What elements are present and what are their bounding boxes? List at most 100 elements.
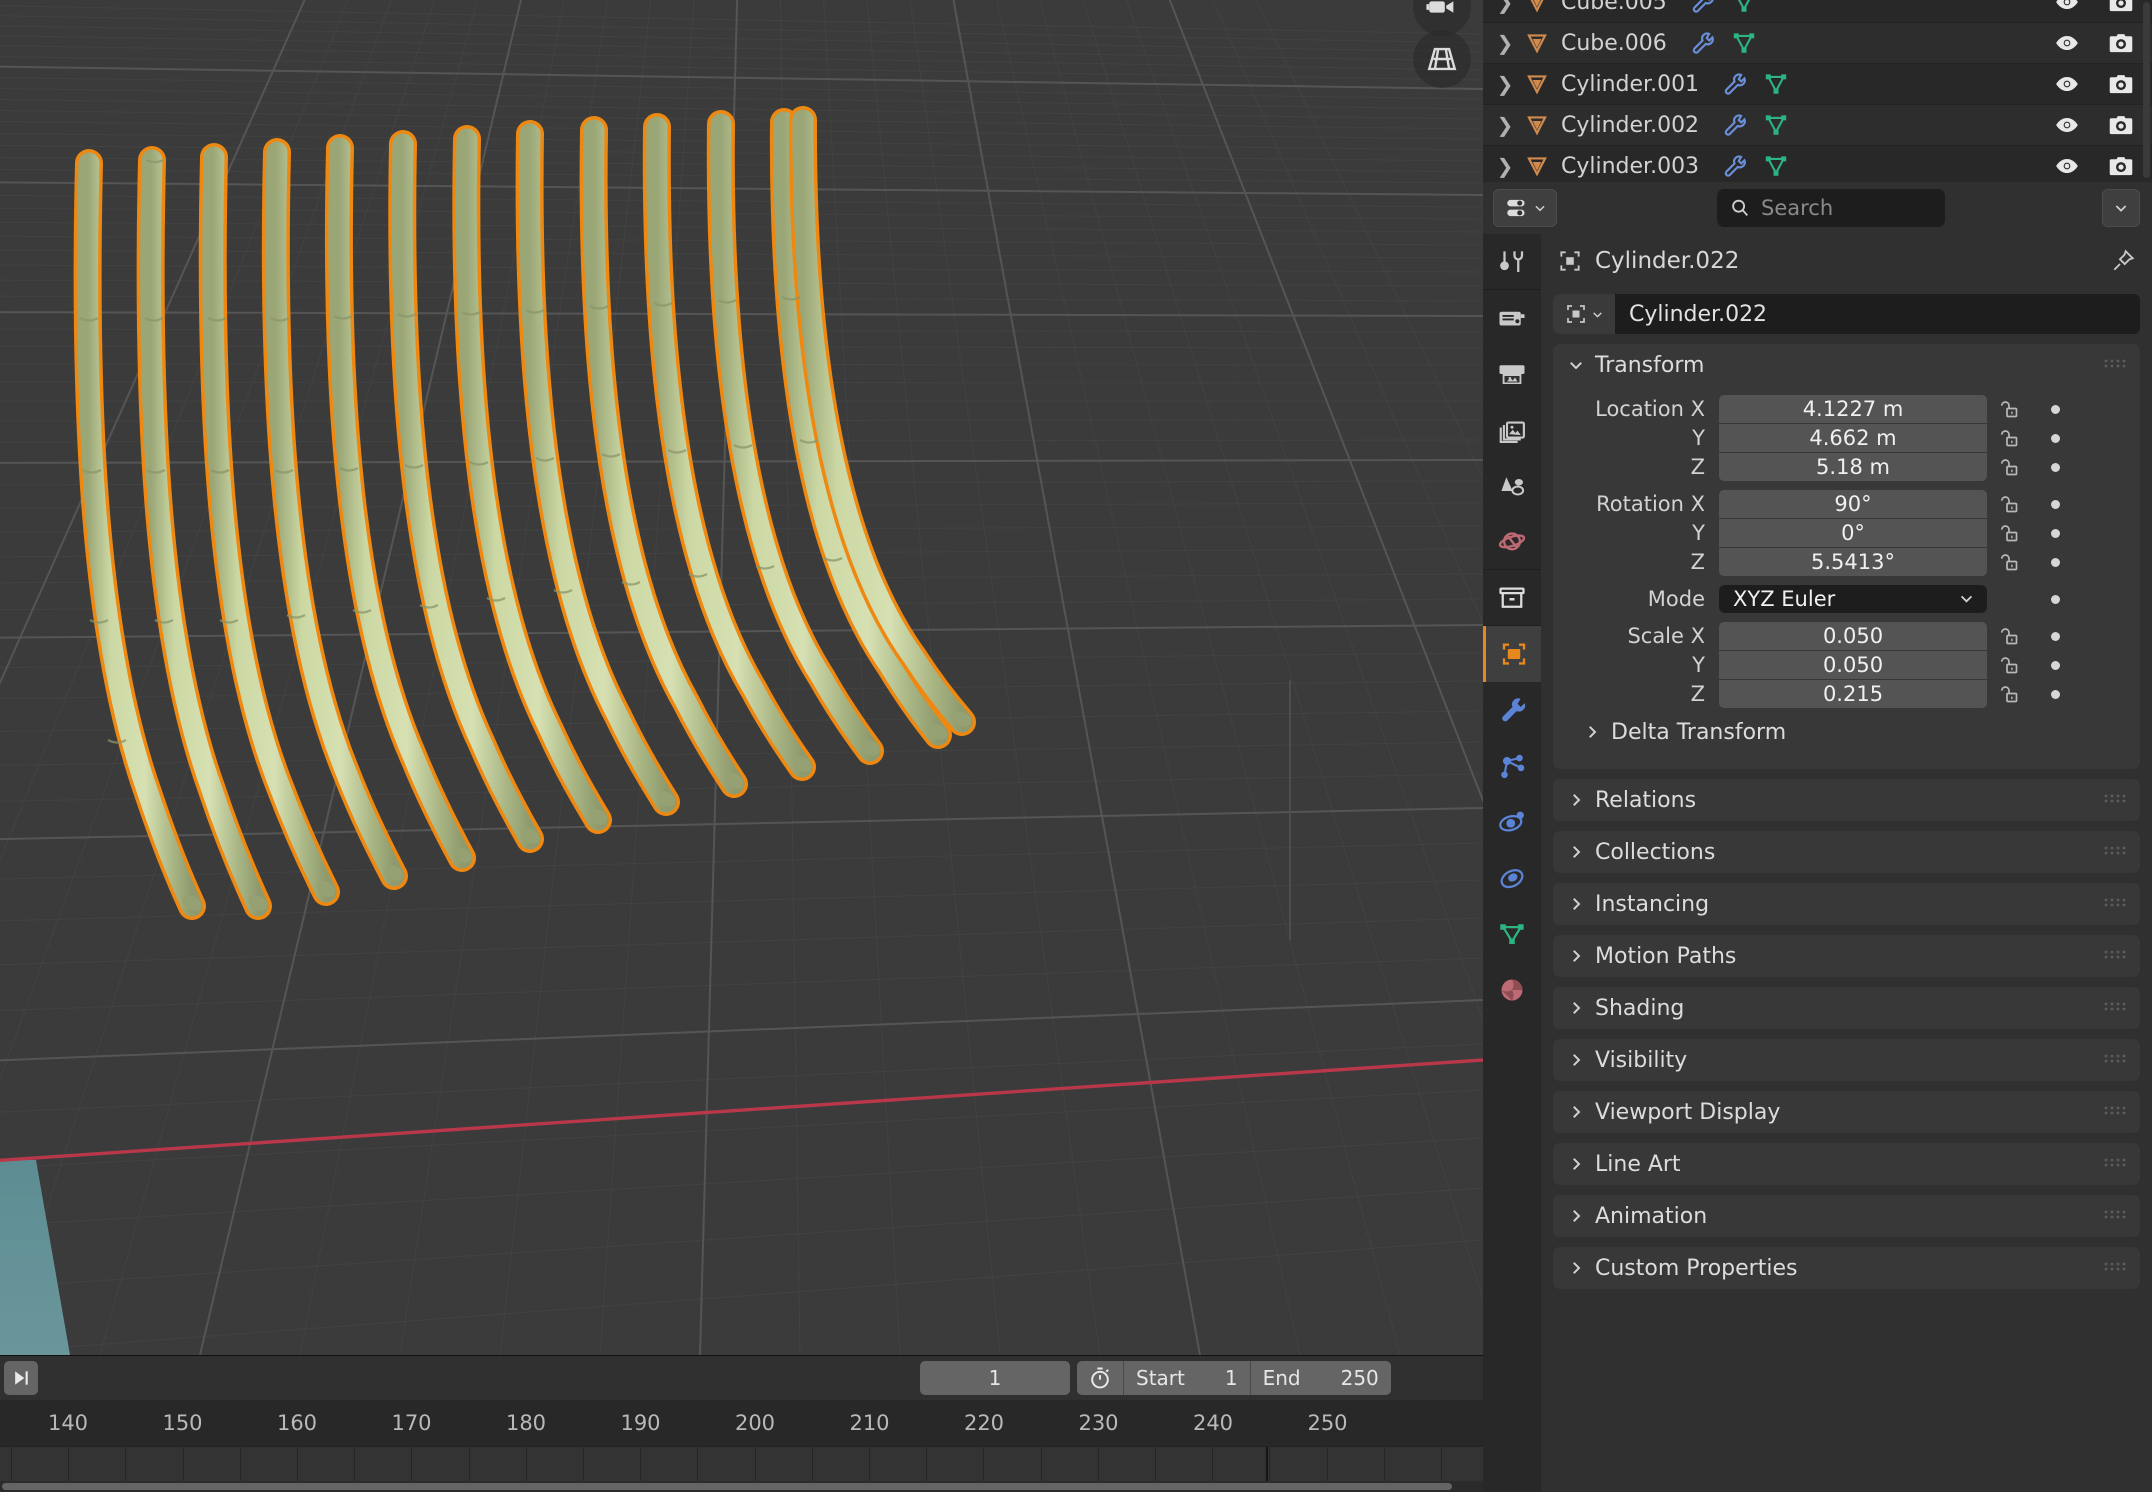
mesh-data-icon[interactable] — [1731, 0, 1757, 15]
properties-tab-world[interactable] — [1483, 514, 1541, 570]
panel-collections[interactable]: Collections — [1553, 831, 2140, 873]
properties-tab-scene[interactable] — [1483, 458, 1541, 514]
properties-tab-modifiers[interactable] — [1483, 682, 1541, 738]
outliner-row[interactable]: ❯ Cube.005 — [1483, 0, 2152, 23]
properties-tab-particles[interactable] — [1483, 738, 1541, 794]
outliner-object-name[interactable]: Cube.006 — [1561, 31, 1667, 56]
panel-header[interactable]: Motion Paths — [1553, 935, 2140, 977]
animate-property-button[interactable] — [2035, 660, 2075, 670]
wrench-icon[interactable] — [1689, 0, 1715, 15]
panel-header[interactable]: Instancing — [1553, 883, 2140, 925]
animate-property-button[interactable] — [2035, 499, 2075, 509]
jump-to-endpoint-button[interactable] — [4, 1361, 38, 1395]
eye-icon[interactable] — [2054, 30, 2080, 56]
timeline-scrollbar-thumb[interactable] — [2, 1483, 1452, 1490]
panel-header[interactable]: Visibility — [1553, 1039, 2140, 1081]
outliner-row[interactable]: ❯ Cube.006 — [1483, 23, 2152, 64]
animate-property-button[interactable] — [2035, 404, 2075, 414]
wrench-icon[interactable] — [1721, 71, 1747, 97]
camera-render-icon[interactable] — [2108, 0, 2134, 15]
outliner-disclosure-toggle[interactable]: ❯ — [1483, 72, 1521, 96]
transform-row-value[interactable]: 0° — [1719, 519, 1987, 547]
camera-render-icon[interactable] — [2108, 71, 2134, 97]
lock-toggle[interactable] — [1987, 550, 2035, 574]
outliner-row[interactable]: ❯ Cylinder.003 — [1483, 146, 2152, 182]
transform-row-value[interactable]: 0.050 — [1719, 651, 1987, 679]
frame-start-field[interactable]: Start 1 — [1124, 1361, 1251, 1395]
panel-header[interactable]: Viewport Display — [1553, 1091, 2140, 1133]
panel-visibility[interactable]: Visibility — [1553, 1039, 2140, 1081]
panel-drag-handle[interactable] — [2104, 1105, 2126, 1119]
timeline-track[interactable] — [0, 1446, 1557, 1486]
animate-property-button[interactable] — [2035, 462, 2075, 472]
outliner-disclosure-toggle[interactable]: ❯ — [1483, 154, 1521, 178]
panel-drag-handle[interactable] — [2104, 845, 2126, 859]
panel-drag-handle[interactable] — [2104, 897, 2126, 911]
animate-property-button[interactable] — [2035, 631, 2075, 641]
toggle-perspective-gizmo[interactable] — [1413, 30, 1471, 88]
eye-icon[interactable] — [2054, 71, 2080, 97]
transform-row-value[interactable]: 90° — [1719, 490, 1987, 518]
eye-icon[interactable] — [2054, 0, 2080, 15]
panel-motion-paths[interactable]: Motion Paths — [1553, 935, 2140, 977]
wrench-icon[interactable] — [1721, 112, 1747, 138]
outliner-disclosure-toggle[interactable]: ❯ — [1483, 31, 1521, 55]
frame-end-field[interactable]: End 250 — [1251, 1361, 1391, 1395]
panel-drag-handle[interactable] — [2104, 358, 2126, 372]
animate-property-button[interactable] — [2035, 528, 2075, 538]
panel-drag-handle[interactable] — [2104, 949, 2126, 963]
panel-header[interactable]: Custom Properties — [1553, 1247, 2140, 1289]
search-input[interactable]: Search — [1717, 189, 1945, 227]
outliner-object-name[interactable]: Cube.005 — [1561, 0, 1667, 15]
properties-body[interactable]: Cylinder.022 Cylinder.022 Transform Loca… — [1541, 234, 2152, 1492]
timeline-editor[interactable]: 1 Start 1 End 250 140 150 160 170 180 19… — [0, 1355, 1557, 1492]
outliner-row[interactable]: ❯ Cylinder.001 — [1483, 64, 2152, 105]
animate-property-button[interactable] — [2035, 433, 2075, 443]
panel-header[interactable]: Animation — [1553, 1195, 2140, 1237]
outliner-scrollbar[interactable] — [2143, 2, 2150, 178]
properties-tab-output[interactable] — [1483, 346, 1541, 402]
outliner-object-name[interactable]: Cylinder.002 — [1561, 113, 1699, 138]
outliner-row[interactable]: ❯ Cylinder.002 — [1483, 105, 2152, 146]
properties-editor[interactable]: Search Cylinder.022 Cylinder.022 Transfo… — [1483, 182, 2152, 1492]
properties-tab-material[interactable] — [1483, 962, 1541, 1018]
properties-tab-strip[interactable] — [1483, 234, 1541, 1492]
camera-render-icon[interactable] — [2108, 112, 2134, 138]
transform-row-value[interactable]: 5.18 m — [1719, 453, 1987, 481]
outliner-editor[interactable]: ❯ Cube.005 ❯ Cube.006 ❯ Cylinder.001 ❯ C… — [1483, 0, 2152, 182]
lock-toggle[interactable] — [1987, 624, 2035, 648]
panel-drag-handle[interactable] — [2104, 1209, 2126, 1223]
mesh-data-icon[interactable] — [1763, 71, 1789, 97]
panel-relations[interactable]: Relations — [1553, 779, 2140, 821]
lock-toggle[interactable] — [1987, 653, 2035, 677]
panel-drag-handle[interactable] — [2104, 1053, 2126, 1067]
timeline-horizontal-scrollbar[interactable] — [0, 1481, 1483, 1492]
lock-toggle[interactable] — [1987, 682, 2035, 706]
mesh-data-icon[interactable] — [1763, 112, 1789, 138]
lock-toggle[interactable] — [1987, 397, 2035, 421]
transform-row-value[interactable]: 4.1227 m — [1719, 395, 1987, 423]
lock-toggle[interactable] — [1987, 521, 2035, 545]
transform-row-value[interactable]: 0.215 — [1719, 680, 1987, 708]
pin-id-button[interactable] — [2110, 248, 2136, 274]
animate-property-button[interactable] — [2035, 689, 2075, 699]
object-name-value[interactable]: Cylinder.022 — [1615, 294, 2140, 334]
panel-transform[interactable]: Transform Location X 4.1227 m Y 4.662 m — [1553, 344, 2140, 769]
current-frame-field[interactable]: 1 — [920, 1361, 1070, 1395]
animate-property-button[interactable] — [2035, 594, 2075, 604]
outliner-disclosure-toggle[interactable]: ❯ — [1483, 113, 1521, 137]
panel-drag-handle[interactable] — [2104, 793, 2126, 807]
properties-tab-view-layer[interactable] — [1483, 402, 1541, 458]
panel-header[interactable]: Collections — [1553, 831, 2140, 873]
panel-line-art[interactable]: Line Art — [1553, 1143, 2140, 1185]
properties-tab-constraints[interactable] — [1483, 850, 1541, 906]
panel-animation[interactable]: Animation — [1553, 1195, 2140, 1237]
3d-viewport[interactable] — [0, 0, 1483, 1355]
properties-tab-collection[interactable] — [1483, 570, 1541, 626]
transform-row-value[interactable]: 5.5413° — [1719, 548, 1987, 576]
outliner-object-name[interactable]: Cylinder.003 — [1561, 154, 1699, 179]
properties-tab-render[interactable] — [1483, 290, 1541, 346]
properties-tab-physics[interactable] — [1483, 794, 1541, 850]
panel-drag-handle[interactable] — [2104, 1157, 2126, 1171]
eye-icon[interactable] — [2054, 153, 2080, 179]
